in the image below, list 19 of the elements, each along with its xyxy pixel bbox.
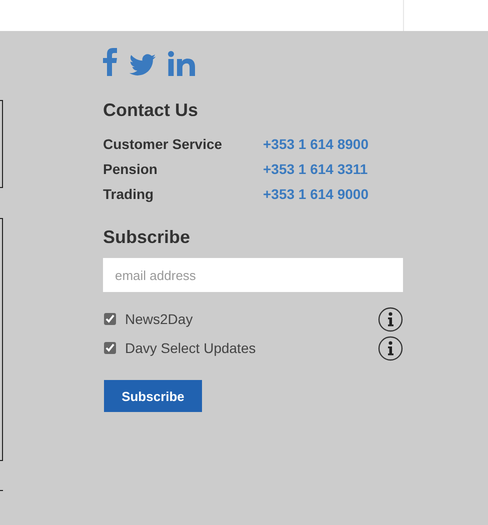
checkbox[interactable] <box>104 342 116 354</box>
facebook-icon[interactable] <box>103 48 117 76</box>
checkbox-label: Davy Select Updates <box>125 340 257 356</box>
subscribe-button[interactable]: Subscribe <box>104 380 202 412</box>
email-field[interactable]: email address <box>103 258 403 292</box>
checkbox-label: News2Day <box>125 311 194 327</box>
linkedin-icon[interactable] <box>168 51 195 76</box>
contact-label: Trading <box>103 185 155 203</box>
contact-label: Pension <box>103 160 158 178</box>
phone-link[interactable]: +353 1 614 9000 <box>263 185 368 203</box>
info-icon[interactable] <box>378 306 403 332</box>
info-icon[interactable] <box>378 336 403 360</box>
phone-link[interactable]: +353 1 614 8900 <box>263 135 368 153</box>
phone-link[interactable]: +353 1 614 3311 <box>263 160 368 178</box>
checkbox[interactable] <box>104 313 116 325</box>
contact-heading: Contact Us <box>103 100 200 121</box>
subscribe-heading: Subscribe <box>103 227 192 248</box>
contact-label: Customer Service <box>103 135 224 153</box>
twitter-icon[interactable] <box>129 54 156 76</box>
